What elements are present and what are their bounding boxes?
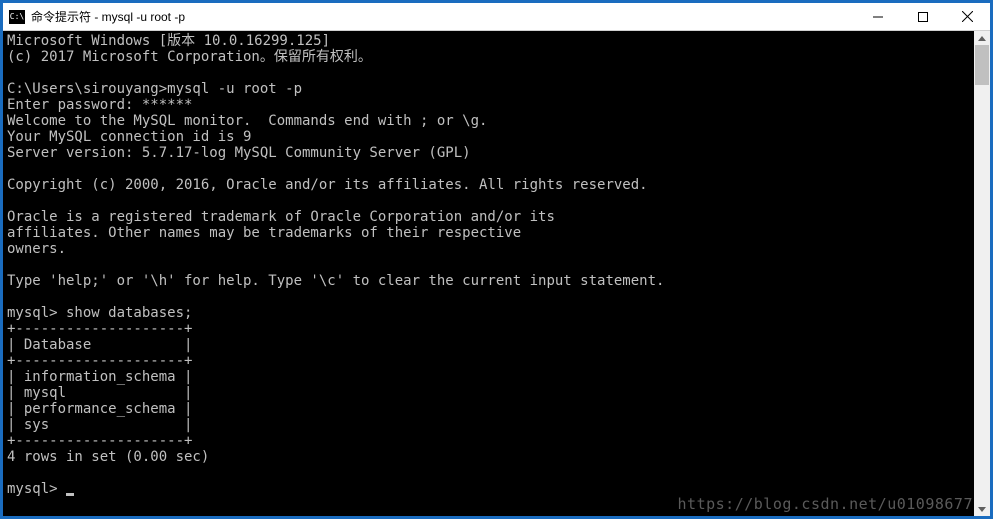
window-controls: [855, 3, 990, 30]
close-button[interactable]: [945, 3, 990, 30]
maximize-button[interactable]: [900, 3, 945, 30]
vertical-scrollbar[interactable]: [974, 31, 990, 516]
scroll-down-arrow[interactable]: [974, 502, 990, 516]
cmd-icon: C:\: [9, 10, 25, 24]
minimize-button[interactable]: [855, 3, 900, 30]
titlebar[interactable]: C:\ 命令提示符 - mysql -u root -p: [3, 3, 990, 31]
scrollbar-thumb[interactable]: [975, 45, 989, 85]
terminal-area: Microsoft Windows [版本 10.0.16299.125] (c…: [3, 31, 990, 516]
cmd-window: C:\ 命令提示符 - mysql -u root -p Microsoft W…: [3, 3, 990, 516]
window-title: 命令提示符 - mysql -u root -p: [31, 8, 855, 25]
watermark: https://blog.csdn.net/u01098677: [678, 495, 973, 513]
scroll-up-arrow[interactable]: [974, 31, 990, 45]
terminal-output[interactable]: Microsoft Windows [版本 10.0.16299.125] (c…: [3, 31, 974, 516]
text-cursor: [66, 493, 74, 496]
